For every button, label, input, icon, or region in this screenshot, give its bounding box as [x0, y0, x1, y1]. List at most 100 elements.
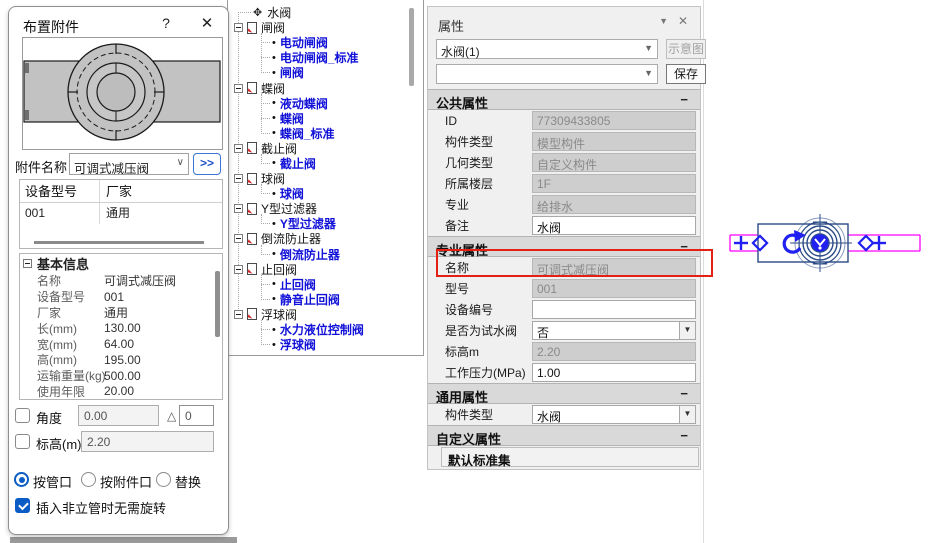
standard-set-subheader[interactable]: 默认标准集: [441, 447, 699, 468]
basic-info-row[interactable]: 宽(mm) 64.00: [20, 336, 222, 352]
tree-scrollbar[interactable]: [409, 8, 414, 86]
tree-item[interactable]: 球阀: [228, 171, 423, 186]
collapse-icon[interactable]: [234, 234, 243, 244]
tree-item[interactable]: ✥ 水阀: [228, 5, 423, 20]
property-label: 标高m: [445, 345, 479, 359]
collapse-minus-icon[interactable]: −: [680, 92, 688, 107]
collapse-icon[interactable]: [234, 204, 243, 214]
tree-item[interactable]: Y型过滤器: [228, 201, 423, 216]
basic-info-row[interactable]: 厂家 通用: [20, 305, 222, 321]
basic-info-row[interactable]: 长(mm) 130.00: [20, 320, 222, 336]
collapse-icon[interactable]: [234, 174, 243, 184]
basic-info-row[interactable]: 名称 可调式减压阀: [20, 273, 222, 289]
expand-button[interactable]: >>: [193, 153, 221, 175]
basic-info-row[interactable]: 高(mm) 195.00: [20, 352, 222, 368]
diamond-grip-right[interactable]: [857, 234, 875, 252]
property-row: 专业 给排水: [428, 194, 700, 215]
collapse-minus-icon[interactable]: −: [680, 428, 688, 443]
tree-item[interactable]: • 电动闸阀: [228, 35, 423, 50]
bullet-icon: •: [272, 323, 276, 336]
bullet-icon: •: [272, 278, 276, 291]
property-value[interactable]: [532, 300, 696, 319]
basic-info-value: 130.00: [104, 321, 141, 336]
collapse-icon[interactable]: [234, 309, 243, 319]
basic-info-row[interactable]: 运输重量(kg) 500.00: [20, 368, 222, 384]
tree-item[interactable]: • 闸阀: [228, 65, 423, 80]
tree-item[interactable]: 止回阀: [228, 262, 423, 277]
dropdown-button[interactable]: ▼: [679, 322, 695, 339]
chevron-down-icon: ∨: [176, 157, 184, 168]
component-icon: [247, 202, 257, 215]
elevation-input[interactable]: 2.20: [81, 431, 214, 452]
dialog-title: 布置附件: [23, 19, 79, 35]
panel-close-icon[interactable]: ✕: [678, 14, 688, 28]
elevation-checkbox[interactable]: [15, 434, 30, 449]
section-header[interactable]: 公共属性 −: [428, 89, 700, 111]
vertical-scrollbar[interactable]: [215, 271, 220, 337]
basic-info-row[interactable]: 设备型号 001: [20, 289, 222, 305]
collapse-icon[interactable]: [234, 143, 243, 153]
save-button[interactable]: 保存: [666, 64, 706, 84]
collapse-icon[interactable]: [234, 23, 243, 33]
table-row[interactable]: 001 通用: [20, 203, 222, 224]
valve-tree-panel: ✥ 水阀 闸阀 • 电动闸阀 • 电动闸阀_标准 • 闸阀 蝶阀 • 液动蝶阀 • 蝶阀 • 蝶阀_标准 截止阀…: [227, 0, 424, 356]
property-value[interactable]: 水阀: [532, 216, 696, 235]
cad-view[interactable]: [712, 210, 932, 276]
tree-item[interactable]: • 倒流防止器: [228, 247, 423, 262]
basic-info-value: 20.00: [104, 384, 135, 399]
no-rotate-checkbox[interactable]: [15, 498, 30, 513]
help-button[interactable]: ?: [157, 15, 175, 31]
close-button[interactable]: ✕: [197, 14, 217, 32]
collapse-icon[interactable]: [23, 259, 32, 268]
tree-item[interactable]: • 电动闸阀_标准: [228, 50, 423, 65]
tree-item[interactable]: • 水力液位控制阀: [228, 322, 423, 337]
tree-item[interactable]: • 止回阀: [228, 277, 423, 292]
device-table-header-cell: 设备型号: [20, 180, 100, 202]
tree-item[interactable]: • 截止阀: [228, 156, 423, 171]
tree-item[interactable]: 浮球阀: [228, 307, 423, 322]
collapse-minus-icon[interactable]: −: [680, 239, 688, 254]
property-value: 自定义构件: [532, 153, 696, 172]
bullet-icon: •: [272, 36, 276, 49]
collapse-minus-icon[interactable]: −: [680, 386, 688, 401]
accessory-name-select[interactable]: 可调式减压阀 ∨: [69, 153, 189, 176]
collapse-icon[interactable]: [234, 83, 243, 93]
device-table-header-cell: 厂家: [100, 180, 222, 202]
panel-menu-icon[interactable]: ▼: [659, 16, 668, 26]
collapse-icon[interactable]: [234, 264, 243, 274]
tree-item[interactable]: • 蝶阀: [228, 111, 423, 126]
section-header[interactable]: 自定义属性 −: [428, 425, 700, 447]
property-value[interactable]: 水阀 ▼: [532, 405, 696, 424]
tree-connector: [261, 42, 270, 44]
angle-checkbox[interactable]: [15, 408, 30, 423]
tree-item[interactable]: 倒流防止器: [228, 231, 423, 246]
horizontal-scrollbar[interactable]: [34, 241, 204, 244]
dropdown-button[interactable]: ▼: [679, 406, 695, 423]
angle-input[interactable]: 0.00: [78, 405, 159, 426]
tree-item[interactable]: • 蝶阀_标准: [228, 126, 423, 141]
tree-item[interactable]: • 球阀: [228, 186, 423, 201]
radio-1[interactable]: [14, 472, 29, 487]
preset-combo[interactable]: ▼: [436, 64, 658, 84]
schematic-button[interactable]: 示意图: [666, 39, 706, 59]
property-value[interactable]: 否 ▼: [532, 321, 696, 340]
basic-info-row[interactable]: 使用年限 20.00: [20, 384, 222, 399]
property-value: 可调式减压阀: [532, 258, 696, 277]
angle-delta-input[interactable]: 0: [179, 405, 214, 426]
tree-item[interactable]: • 静音止回阀: [228, 292, 423, 307]
section-header[interactable]: 专业属性 −: [428, 236, 700, 258]
section-header[interactable]: 通用属性 −: [428, 383, 700, 405]
tree-item[interactable]: 闸阀: [228, 20, 423, 35]
radio-3[interactable]: [156, 472, 171, 487]
property-value[interactable]: 1.00: [532, 363, 696, 382]
radio-2[interactable]: [81, 472, 96, 487]
tree-item[interactable]: 截止阀: [228, 141, 423, 156]
tree-item[interactable]: 蝶阀: [228, 80, 423, 96]
tree-item[interactable]: • Y型过滤器: [228, 216, 423, 231]
radio-label-1: 按管口: [33, 475, 73, 490]
tree-item[interactable]: • 浮球阀: [228, 337, 423, 352]
property-row: ID 77309433805: [428, 110, 700, 131]
tree-item[interactable]: • 液动蝶阀: [228, 96, 423, 111]
property-label: 是否为试水阀: [445, 324, 518, 338]
selection-combo[interactable]: 水阀(1) ▼: [436, 39, 658, 59]
